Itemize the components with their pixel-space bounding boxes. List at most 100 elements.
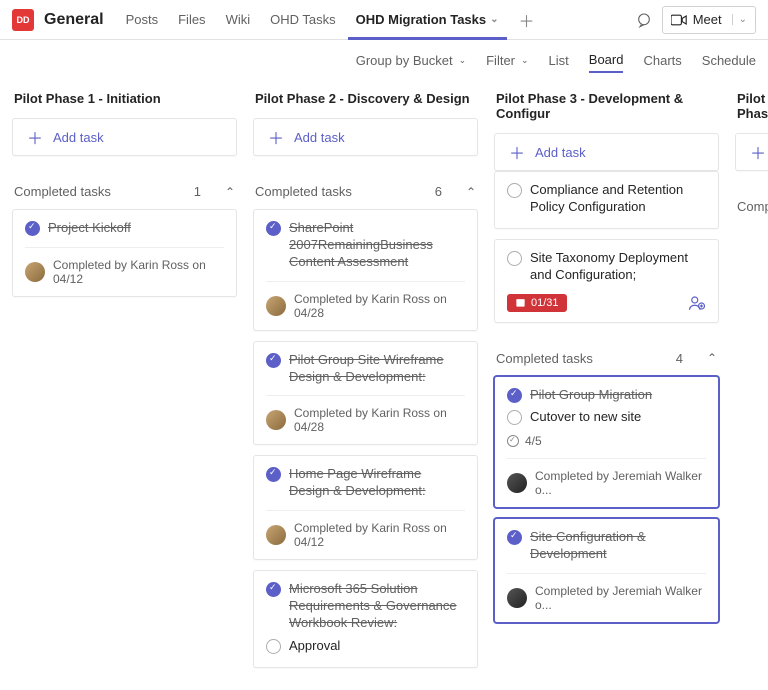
bucket-phase1: Pilot Phase 1 - Initiation ＋ Add task Co… xyxy=(12,81,237,678)
add-task-button[interactable]: ＋ Add task xyxy=(494,133,719,171)
task-card[interactable]: Pilot Group Site Wireframe Design & Deve… xyxy=(253,341,478,446)
completed-by-text: Completed by Karin Ross on 04/28 xyxy=(294,292,465,320)
task-check-open-icon[interactable] xyxy=(266,639,281,654)
chevron-up-icon: ⌃ xyxy=(466,185,476,199)
avatar xyxy=(507,588,527,608)
plus-icon: ＋ xyxy=(509,140,525,164)
add-task-button[interactable]: ＋ Add xyxy=(735,133,768,171)
add-task-label: Add task xyxy=(53,130,104,145)
chevron-down-icon: ⌄ xyxy=(521,55,529,66)
board: Pilot Phase 1 - Initiation ＋ Add task Co… xyxy=(0,81,768,690)
tab-ohd-tasks[interactable]: OHD Tasks xyxy=(262,0,344,40)
team-avatar: DD xyxy=(12,9,34,31)
task-title: Pilot Group Site Wireframe Design & Deve… xyxy=(289,352,465,386)
avatar xyxy=(507,473,527,493)
completed-by-text: Completed by Karin Ross on 04/28 xyxy=(294,406,465,434)
completed-count: 4 xyxy=(676,351,683,366)
task-title: Pilot Group Migration xyxy=(530,387,652,404)
chevron-up-icon: ⌃ xyxy=(707,351,717,365)
view-board[interactable]: Board xyxy=(589,48,624,73)
completed-count: 6 xyxy=(435,184,442,199)
meet-more-chevron[interactable]: ⌄ xyxy=(732,14,747,25)
completed-by-row: Completed by Karin Ross on 04/28 xyxy=(266,281,465,320)
due-date-text: 01/31 xyxy=(531,297,559,309)
filter-dropdown[interactable]: Filter ⌄ xyxy=(486,53,528,68)
plus-icon: ＋ xyxy=(27,125,43,149)
add-task-button[interactable]: ＋ Add task xyxy=(253,118,478,156)
task-check-open-icon[interactable] xyxy=(507,183,522,198)
channel-header: DD General Posts Files Wiki OHD Tasks OH… xyxy=(0,0,768,40)
bucket-title: Pilot Phase xyxy=(735,81,768,133)
chat-icon[interactable] xyxy=(630,6,658,34)
task-card[interactable]: Home Page Wireframe Design & Development… xyxy=(253,455,478,560)
task-card[interactable]: Project Kickoff Completed by Karin Ross … xyxy=(12,209,237,297)
completed-label: Complete xyxy=(737,199,768,214)
task-check-open-icon[interactable] xyxy=(507,251,522,266)
tab-label: OHD Migration Tasks xyxy=(356,12,487,27)
due-date-badge: 01/31 xyxy=(507,294,567,312)
bucket-title: Pilot Phase 3 - Development & Configur xyxy=(494,81,719,133)
checklist-progress: 4/5 xyxy=(507,434,706,448)
task-check-done-icon[interactable] xyxy=(507,388,522,403)
task-title: Project Kickoff xyxy=(48,220,131,237)
add-tab-button[interactable]: ＋ xyxy=(511,8,543,32)
completed-by-row: Completed by Karin Ross on 04/28 xyxy=(266,395,465,434)
tab-wiki[interactable]: Wiki xyxy=(218,0,259,40)
task-check-done-icon[interactable] xyxy=(266,582,281,597)
completed-tasks-header[interactable]: Completed tasks 6 ⌃ xyxy=(253,184,478,199)
checklist-text: 4/5 xyxy=(525,434,542,448)
tab-ohd-migration-tasks[interactable]: OHD Migration Tasks ⌄ xyxy=(348,0,507,40)
add-task-label: Add task xyxy=(535,145,586,160)
task-check-done-icon[interactable] xyxy=(507,530,522,545)
meet-button[interactable]: Meet ⌄ xyxy=(662,6,756,34)
task-card[interactable]: Site Taxonomy Deployment and Configurati… xyxy=(494,239,719,323)
avatar xyxy=(266,410,286,430)
task-title: Site Taxonomy Deployment and Configurati… xyxy=(530,250,706,284)
tab-posts[interactable]: Posts xyxy=(118,0,167,40)
chevron-down-icon: ⌄ xyxy=(490,14,498,25)
task-check-done-icon[interactable] xyxy=(266,221,281,236)
add-task-label: Add task xyxy=(294,130,345,145)
task-check-done-icon[interactable] xyxy=(25,221,40,236)
view-charts[interactable]: Charts xyxy=(643,49,681,72)
task-check-done-icon[interactable] xyxy=(266,467,281,482)
completed-label: Completed tasks xyxy=(14,184,111,199)
task-card[interactable]: Microsoft 365 Solution Requirements & Go… xyxy=(253,570,478,668)
completed-tasks-header[interactable]: Completed tasks 1 ⌃ xyxy=(12,184,237,199)
completed-tasks-header[interactable]: Complete xyxy=(735,199,768,214)
task-title: Compliance and Retention Policy Configur… xyxy=(530,182,706,216)
task-title: Site Configuration & Development xyxy=(530,529,706,563)
add-task-button[interactable]: ＋ Add task xyxy=(12,118,237,156)
bucket-title: Pilot Phase 2 - Discovery & Design xyxy=(253,81,478,118)
completed-by-row: Completed by Karin Ross on 04/12 xyxy=(266,510,465,549)
task-card[interactable]: Pilot Group Migration Cutover to new sit… xyxy=(494,376,719,509)
bucket-title: Pilot Phase 1 - Initiation xyxy=(12,81,237,118)
task-check-done-icon[interactable] xyxy=(266,353,281,368)
group-by-dropdown[interactable]: Group by Bucket⌄ xyxy=(356,53,466,68)
filter-label: Filter xyxy=(486,53,515,68)
chevron-up-icon: ⌃ xyxy=(225,185,235,199)
completed-by-row: Completed by Jeremiah Walker o... xyxy=(507,458,706,497)
channel-name: General xyxy=(44,11,104,29)
completed-by-text: Completed by Karin Ross on 04/12 xyxy=(53,258,224,286)
completed-tasks-header[interactable]: Completed tasks 4 ⌃ xyxy=(494,351,719,366)
completed-label: Completed tasks xyxy=(496,351,593,366)
completed-by-text: Completed by Karin Ross on 04/12 xyxy=(294,521,465,549)
completed-by-text: Completed by Jeremiah Walker o... xyxy=(535,469,706,497)
assign-person-icon[interactable] xyxy=(688,294,706,312)
completed-by-row: Completed by Jeremiah Walker o... xyxy=(507,573,706,612)
task-card[interactable]: Site Configuration & Development Complet… xyxy=(494,518,719,623)
task-card[interactable]: Compliance and Retention Policy Configur… xyxy=(494,171,719,229)
view-list[interactable]: List xyxy=(549,49,569,72)
task-check-open-icon[interactable] xyxy=(507,410,522,425)
view-schedule[interactable]: Schedule xyxy=(702,49,756,72)
chevron-down-icon: ⌄ xyxy=(459,55,467,66)
completed-by-text: Completed by Jeremiah Walker o... xyxy=(535,584,706,612)
tab-files[interactable]: Files xyxy=(170,0,213,40)
task-title: Home Page Wireframe Design & Development… xyxy=(289,466,465,500)
bucket-phase2: Pilot Phase 2 - Discovery & Design ＋ Add… xyxy=(253,81,478,678)
board-toolbar: Group by Bucket⌄ Filter ⌄ List Board Char… xyxy=(0,40,768,81)
task-card[interactable]: SharePoint 2007RemainingBusiness Content… xyxy=(253,209,478,331)
completed-count: 1 xyxy=(194,184,201,199)
meet-label: Meet xyxy=(693,12,722,27)
